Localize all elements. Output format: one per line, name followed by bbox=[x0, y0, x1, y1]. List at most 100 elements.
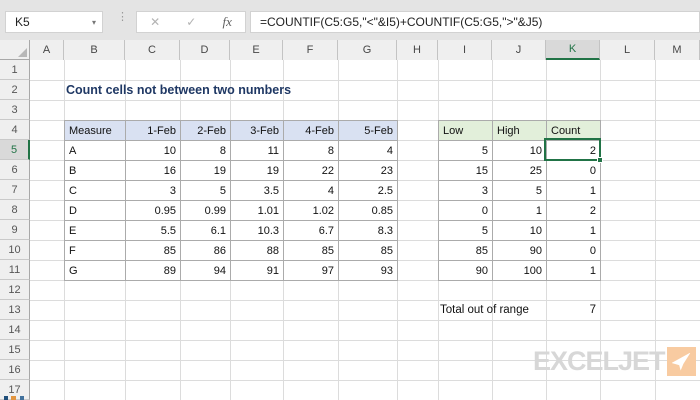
row-header-11[interactable]: 11 bbox=[0, 260, 30, 280]
cell[interactable]: 6.7 bbox=[284, 221, 339, 241]
select-all-button[interactable] bbox=[0, 40, 30, 60]
fill-handle[interactable] bbox=[597, 157, 603, 163]
cell[interactable]: 4 bbox=[339, 141, 398, 161]
column-header-I[interactable]: I bbox=[438, 40, 492, 60]
header-cell-measure[interactable]: Measure bbox=[65, 121, 126, 141]
cell[interactable]: 19 bbox=[231, 161, 284, 181]
row-header-2[interactable]: 2 bbox=[0, 80, 30, 100]
row-header-12[interactable]: 12 bbox=[0, 280, 30, 300]
cell[interactable]: 90 bbox=[493, 241, 547, 261]
cell[interactable]: 3.5 bbox=[231, 181, 284, 201]
row-header-14[interactable]: 14 bbox=[0, 320, 30, 340]
column-header-J[interactable]: J bbox=[492, 40, 546, 60]
cell[interactable]: 85 bbox=[126, 241, 181, 261]
cell[interactable]: 10.3 bbox=[231, 221, 284, 241]
cell[interactable]: 97 bbox=[284, 261, 339, 281]
header-cell-2-feb[interactable]: 2-Feb bbox=[181, 121, 231, 141]
cell[interactable]: 90 bbox=[439, 261, 493, 281]
cell[interactable]: D bbox=[65, 201, 126, 221]
cell[interactable]: 10 bbox=[493, 221, 547, 241]
header-cell-1-feb[interactable]: 1-Feb bbox=[126, 121, 181, 141]
cancel-icon[interactable]: ✕ bbox=[150, 15, 160, 29]
cell[interactable]: 1 bbox=[547, 181, 601, 201]
cell[interactable]: 6.1 bbox=[181, 221, 231, 241]
cell[interactable]: 1.02 bbox=[284, 201, 339, 221]
cell[interactable]: 15 bbox=[439, 161, 493, 181]
row-header-9[interactable]: 9 bbox=[0, 220, 30, 240]
cell[interactable]: A bbox=[65, 141, 126, 161]
cell[interactable]: 2.5 bbox=[339, 181, 398, 201]
cell[interactable]: 22 bbox=[284, 161, 339, 181]
cell[interactable]: 88 bbox=[231, 241, 284, 261]
cell[interactable]: 8 bbox=[181, 141, 231, 161]
cell[interactable]: 1 bbox=[547, 221, 601, 241]
header-cell-high[interactable]: High bbox=[493, 121, 547, 141]
name-box-dropdown-icon[interactable]: ▾ bbox=[92, 18, 96, 27]
column-header-K[interactable]: K bbox=[546, 40, 600, 60]
cell[interactable]: 25 bbox=[493, 161, 547, 181]
cell[interactable]: 23 bbox=[339, 161, 398, 181]
column-header-H[interactable]: H bbox=[397, 40, 438, 60]
cell[interactable]: 0 bbox=[547, 161, 601, 181]
cell[interactable]: 10 bbox=[493, 141, 547, 161]
cell[interactable]: 89 bbox=[126, 261, 181, 281]
header-cell-3-feb[interactable]: 3-Feb bbox=[231, 121, 284, 141]
title-cell[interactable]: Count cells not between two numbers bbox=[66, 80, 291, 100]
cell[interactable]: 4 bbox=[284, 181, 339, 201]
cell[interactable]: G bbox=[65, 261, 126, 281]
cell[interactable]: 91 bbox=[231, 261, 284, 281]
total-out-of-range-label[interactable]: Total out of range bbox=[440, 300, 529, 320]
cell[interactable]: 5 bbox=[439, 141, 493, 161]
column-header-E[interactable]: E bbox=[230, 40, 283, 60]
column-header-M[interactable]: M bbox=[655, 40, 700, 60]
cell[interactable]: 100 bbox=[493, 261, 547, 281]
row-header-1[interactable]: 1 bbox=[0, 60, 30, 80]
column-header-C[interactable]: C bbox=[125, 40, 180, 60]
cell[interactable]: 0 bbox=[547, 241, 601, 261]
row-header-5[interactable]: 5 bbox=[0, 140, 30, 160]
row-header-7[interactable]: 7 bbox=[0, 180, 30, 200]
column-header-B[interactable]: B bbox=[64, 40, 125, 60]
cell[interactable]: 2 bbox=[547, 201, 601, 221]
cell[interactable]: 0.95 bbox=[126, 201, 181, 221]
cell[interactable]: 1 bbox=[547, 261, 601, 281]
cell[interactable]: 3 bbox=[439, 181, 493, 201]
column-header-F[interactable]: F bbox=[283, 40, 338, 60]
cell[interactable]: 93 bbox=[339, 261, 398, 281]
cell[interactable]: 86 bbox=[181, 241, 231, 261]
cell[interactable]: 0.85 bbox=[339, 201, 398, 221]
cell[interactable]: 5.5 bbox=[126, 221, 181, 241]
column-header-D[interactable]: D bbox=[180, 40, 230, 60]
header-cell-4-feb[interactable]: 4-Feb bbox=[284, 121, 339, 141]
total-out-of-range-value[interactable]: 7 bbox=[546, 300, 596, 320]
cell[interactable]: 94 bbox=[181, 261, 231, 281]
cell[interactable]: 8.3 bbox=[339, 221, 398, 241]
name-box[interactable]: K5 ▾ bbox=[5, 11, 103, 33]
cell[interactable]: C bbox=[65, 181, 126, 201]
cell[interactable]: 5 bbox=[181, 181, 231, 201]
cell[interactable]: 19 bbox=[181, 161, 231, 181]
header-cell-5-feb[interactable]: 5-Feb bbox=[339, 121, 398, 141]
row-header-10[interactable]: 10 bbox=[0, 240, 30, 260]
column-header-A[interactable]: A bbox=[30, 40, 64, 60]
row-header-3[interactable]: 3 bbox=[0, 100, 30, 120]
cell[interactable]: 1 bbox=[493, 201, 547, 221]
header-cell-low[interactable]: Low bbox=[439, 121, 493, 141]
row-header-13[interactable]: 13 bbox=[0, 300, 30, 320]
cell[interactable]: F bbox=[65, 241, 126, 261]
cell[interactable]: 85 bbox=[439, 241, 493, 261]
cell[interactable]: 85 bbox=[284, 241, 339, 261]
cell[interactable]: 11 bbox=[231, 141, 284, 161]
cell[interactable]: 0.99 bbox=[181, 201, 231, 221]
formula-input[interactable]: =COUNTIF(C5:G5,"<"&I5)+COUNTIF(C5:G5,">"… bbox=[250, 11, 700, 33]
row-header-15[interactable]: 15 bbox=[0, 340, 30, 360]
cell[interactable]: 16 bbox=[126, 161, 181, 181]
cell[interactable]: 0 bbox=[439, 201, 493, 221]
row-header-6[interactable]: 6 bbox=[0, 160, 30, 180]
cell[interactable]: 3 bbox=[126, 181, 181, 201]
insert-function-icon[interactable]: fx bbox=[223, 14, 232, 30]
enter-icon[interactable]: ✓ bbox=[186, 15, 196, 29]
cell[interactable]: 5 bbox=[493, 181, 547, 201]
cell[interactable]: 1.01 bbox=[231, 201, 284, 221]
cell[interactable]: B bbox=[65, 161, 126, 181]
